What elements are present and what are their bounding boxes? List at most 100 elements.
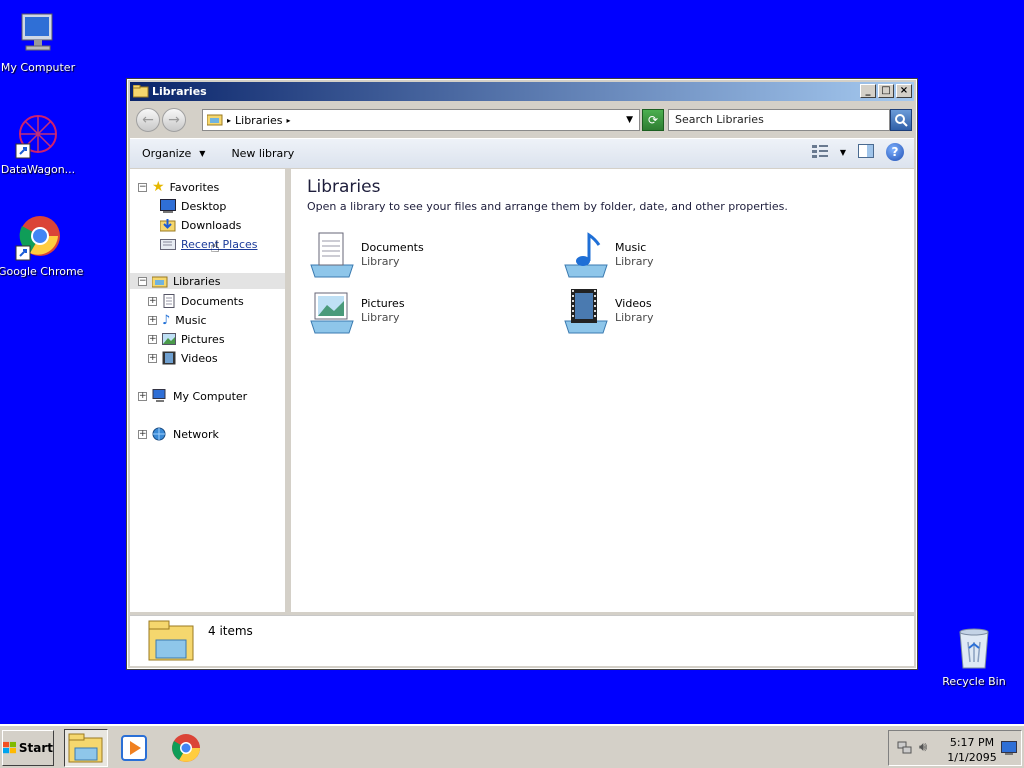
refresh-button[interactable]: ⟳ [642,109,664,131]
chrome-icon [14,214,62,262]
pictures-library-icon [307,287,357,335]
view-dropdown-icon[interactable]: ▼ [840,148,846,157]
search-icon [895,114,908,127]
forward-button[interactable]: → [162,108,186,132]
videos-icon [162,351,176,365]
address-bar-row: ← → ▸ Libraries ▸ ▼ ⟳ Search Libraries [130,103,914,137]
show-desktop-icon[interactable] [1001,741,1017,758]
desktop-icon-recycle-bin[interactable]: Recycle Bin [934,624,1014,688]
close-button[interactable]: × [896,84,912,98]
explorer-window[interactable]: Libraries _ □ × ← → ▸ Libraries ▸ ▼ ⟳ Se… [126,78,918,670]
desktop-icon-my-computer[interactable]: My Computer [0,10,78,74]
videos-library-icon [561,287,611,335]
nav-music[interactable]: + ♪ Music [148,312,207,328]
forward-arrow-icon: → [168,112,180,128]
window-title: Libraries [152,85,207,98]
chevron-right-icon[interactable]: ▸ [227,116,231,125]
details-pane: 4 items [130,615,914,666]
hand-cursor-icon: ☝ [210,237,220,256]
nav-libraries[interactable]: − Libraries [130,273,285,289]
datawagon-icon [14,112,62,160]
search-button[interactable] [890,109,912,131]
library-name: Pictures [361,297,405,310]
library-type: Library [615,255,654,268]
minimize-button[interactable]: _ [860,84,876,98]
desktop-icon-google-chrome[interactable]: Google Chrome [0,214,83,278]
library-pictures[interactable]: Pictures Library [307,287,405,335]
taskbar-explorer[interactable] [64,729,108,767]
desktop-icon-label: My Computer [0,61,76,74]
nav-label: Libraries [173,274,221,288]
clock-time: 5:17 PM [949,736,995,749]
preview-pane-icon [858,143,874,158]
media-player-icon [121,735,147,761]
library-name: Documents [361,241,424,254]
libraries-icon [206,112,223,129]
address-field[interactable]: ▸ Libraries ▸ ▼ [202,109,640,131]
expand-icon[interactable]: + [148,315,157,325]
title-bar[interactable]: Libraries _ □ × [130,82,914,101]
documents-library-icon [307,231,357,279]
refresh-icon: ⟳ [647,113,659,127]
folder-icon [132,84,149,98]
clock-date: 1/1/2095 [947,751,997,764]
nav-pictures[interactable]: + Pictures [148,331,225,347]
back-arrow-icon: ← [142,112,154,128]
recycle-bin-icon [950,624,998,672]
maximize-button[interactable]: □ [878,84,894,98]
address-dropdown-icon[interactable]: ▼ [626,115,633,125]
nav-documents[interactable]: + Documents [148,293,244,309]
taskbar-chrome[interactable] [164,729,208,767]
nav-label: Desktop [181,199,227,213]
library-music[interactable]: Music Library [561,231,653,279]
taskbar: Start 🔊︎ 5:17 PM 1/1/2095 [0,724,1024,768]
expand-icon[interactable]: + [148,334,157,344]
expand-icon[interactable]: + [148,296,157,306]
chevron-down-icon[interactable]: ▸ [287,116,291,125]
start-button[interactable]: Start [2,730,54,766]
music-icon: ♪ [162,312,171,328]
nav-my-computer[interactable]: + My Computer [138,388,247,404]
collapse-icon[interactable]: − [138,182,147,192]
search-input[interactable]: Search Libraries [668,109,890,131]
organize-menu[interactable]: Organize ▼ [142,147,205,160]
library-name: Music [615,241,647,254]
content-pane: Libraries Open a library to see your fil… [291,169,914,612]
taskbar-media-player[interactable] [112,729,156,767]
libraries-folder-icon [148,620,196,662]
command-bar: Organize ▼ New library ▼ ? [130,138,914,168]
nav-network[interactable]: + Network [138,426,219,442]
help-icon[interactable]: ? [886,143,904,161]
collapse-icon[interactable]: − [138,276,147,286]
library-videos[interactable]: Videos Library [561,287,653,335]
documents-icon [163,294,175,308]
nav-videos[interactable]: + Videos [148,350,218,366]
clock[interactable]: 5:17 PM 1/1/2095 [947,735,997,765]
library-documents[interactable]: Documents Library [307,231,424,279]
volume-icon[interactable]: 🔊︎ [919,740,927,755]
breadcrumb-libraries[interactable]: Libraries [235,114,283,127]
desktop-icon-datawagon[interactable]: DataWagon... [0,112,78,176]
nav-label: Music [175,313,207,327]
network-status-icon[interactable] [897,741,913,758]
nav-desktop[interactable]: Desktop [160,198,226,214]
change-view-button[interactable] [811,144,828,161]
desktop-icon-label: DataWagon... [0,163,76,176]
page-subtitle: Open a library to see your files and arr… [307,200,788,213]
back-button[interactable]: ← [136,108,160,132]
nav-label: Pictures [181,332,225,346]
libraries-icon [152,276,168,288]
expand-icon[interactable]: + [148,353,157,363]
chevron-down-icon: ▼ [199,149,206,158]
new-library-button[interactable]: New library [231,147,294,160]
desktop-icon [160,199,176,213]
nav-favorites[interactable]: − ★ Favorites [138,179,219,195]
downloads-icon [160,219,176,232]
nav-downloads[interactable]: Downloads [160,217,241,233]
nav-recent-places[interactable]: Recent Places [160,236,258,252]
pictures-icon [162,333,176,345]
library-type: Library [615,311,654,324]
preview-pane-button[interactable] [858,143,874,161]
expand-icon[interactable]: + [138,429,147,439]
expand-icon[interactable]: + [138,391,147,401]
